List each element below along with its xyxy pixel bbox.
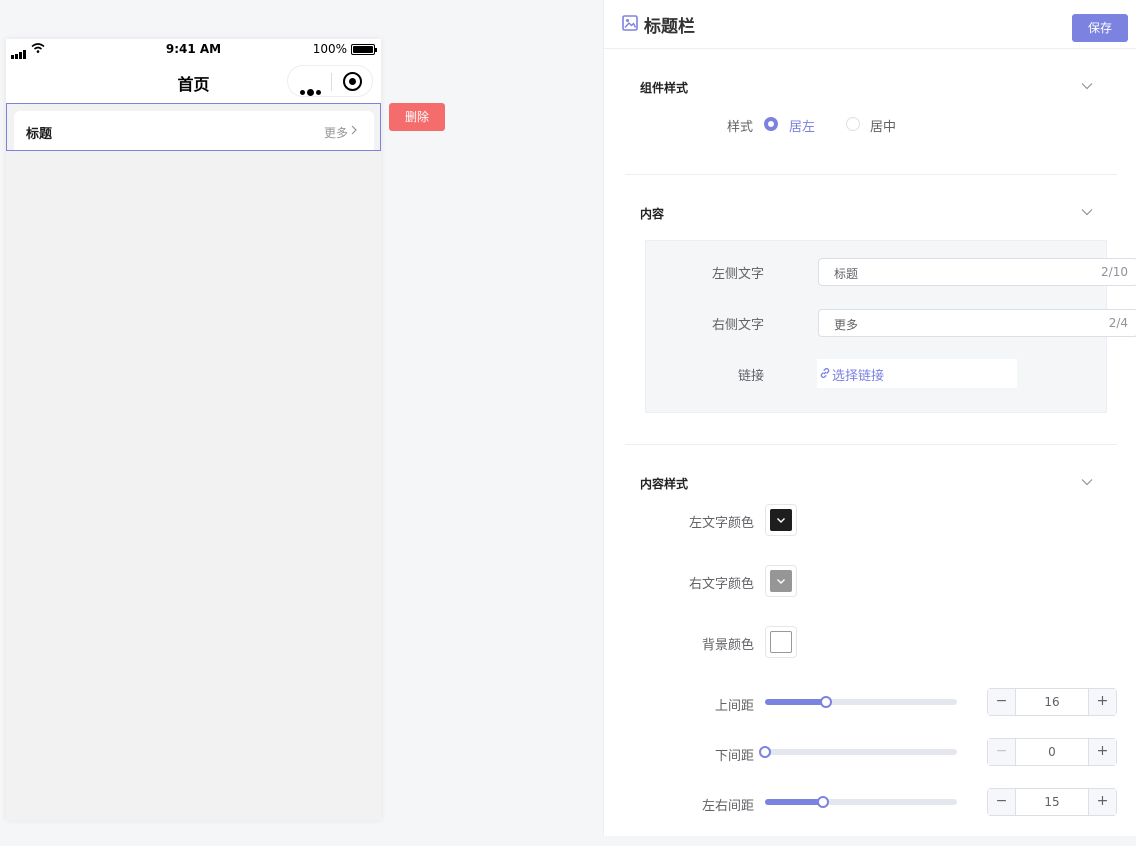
radio-align-left-label[interactable]: 居左 — [789, 116, 815, 135]
bottom-margin-label: 下间距 — [714, 749, 754, 764]
slider-bar — [765, 699, 827, 705]
content-form-box: 左侧文字 标题 2/10 右侧文字 更多 2/4 链接 选择链接 — [645, 240, 1136, 413]
bottom-margin-increase[interactable]: + — [1088, 739, 1116, 765]
left-text-input[interactable]: 标题 2/10 — [818, 258, 1136, 286]
lr-margin-slider[interactable] — [765, 796, 957, 808]
title-bar-preview: 标题 更多 — [14, 111, 374, 150]
bottom-margin-slider[interactable] — [759, 746, 957, 758]
right-text-input[interactable]: 更多 2/4 — [818, 309, 1136, 337]
bottom-margin-stepper: − 0 + — [987, 738, 1117, 766]
title-bar-component[interactable]: 标题 更多 — [6, 103, 381, 151]
style-label: 样式 — [726, 120, 753, 135]
slider-thumb[interactable] — [820, 696, 833, 708]
lr-margin-decrease[interactable]: − — [988, 789, 1016, 815]
radio-align-left[interactable] — [764, 117, 778, 131]
select-link-button[interactable]: 选择链接 — [817, 359, 1017, 388]
top-margin-value[interactable]: 16 — [1016, 695, 1088, 709]
more-dots-icon[interactable] — [300, 80, 323, 99]
link-label: 链接 — [737, 369, 764, 384]
nav-bar: 首页 — [6, 61, 381, 103]
chevron-down-icon — [777, 579, 785, 584]
left-color-picker[interactable] — [765, 504, 797, 536]
chevron-down-icon — [777, 518, 785, 523]
lr-margin-label: 左右间距 — [701, 799, 754, 814]
left-text-count: 2/10 — [1101, 265, 1128, 279]
bg-color-label: 背景颜色 — [701, 638, 754, 653]
chevron-down-icon[interactable] — [1081, 82, 1093, 90]
left-color-label: 左文字颜色 — [688, 516, 754, 531]
battery-icon — [351, 44, 377, 55]
right-text-count: 2/4 — [1108, 316, 1128, 330]
right-color-picker[interactable] — [765, 565, 797, 597]
section-title-content-style[interactable]: 内容样式 — [640, 475, 688, 492]
top-margin-stepper: − 16 + — [987, 688, 1117, 716]
component-right-text: 更多 — [323, 126, 348, 140]
section-divider — [625, 174, 1117, 175]
lr-margin-increase[interactable]: + — [1088, 789, 1116, 815]
select-link-text[interactable]: 选择链接 — [832, 365, 884, 384]
chevron-down-icon[interactable] — [1081, 208, 1093, 216]
top-margin-increase[interactable]: + — [1088, 689, 1116, 715]
slider-bar — [765, 799, 823, 805]
component-left-text: 标题 — [26, 127, 53, 142]
top-margin-decrease[interactable]: − — [988, 689, 1016, 715]
top-margin-label: 上间距 — [714, 699, 754, 714]
link-icon — [820, 367, 830, 379]
right-text-value: 更多 — [834, 318, 859, 332]
bg-color-picker[interactable] — [765, 626, 797, 658]
bottom-margin-decrease[interactable]: − — [988, 739, 1016, 765]
delete-button[interactable]: 删除 — [389, 103, 445, 131]
slider-thumb[interactable] — [759, 746, 771, 758]
capsule-divider — [331, 73, 332, 91]
left-text-value: 标题 — [834, 267, 859, 281]
lr-margin-value[interactable]: 15 — [1016, 795, 1088, 809]
top-margin-slider[interactable] — [765, 696, 957, 708]
battery-percent: 100% — [312, 42, 347, 56]
chevron-down-icon[interactable] — [1081, 478, 1093, 486]
status-bar: 9:41 AM 100% — [6, 39, 381, 61]
right-color-label: 右文字颜色 — [688, 577, 754, 592]
radio-align-center-label[interactable]: 居中 — [870, 116, 896, 135]
target-icon[interactable] — [343, 72, 362, 91]
settings-panel: 标题栏 保存 组件样式 样式 居左 居中 内容 左侧文字 标题 2/10 右侧文… — [603, 0, 1136, 836]
section-divider — [625, 444, 1117, 445]
chevron-right-icon — [351, 125, 357, 135]
section-title-component-style[interactable]: 组件样式 — [640, 79, 688, 96]
section-title-content[interactable]: 内容 — [640, 205, 664, 222]
left-text-label: 左侧文字 — [711, 267, 764, 282]
bg-color-fill — [770, 631, 792, 653]
image-icon — [622, 15, 638, 31]
right-text-label: 右侧文字 — [711, 318, 764, 333]
phone-preview: 9:41 AM 100% 首页 — [6, 39, 381, 820]
mini-program-capsule — [287, 65, 373, 97]
bottom-margin-value[interactable]: 0 — [1016, 745, 1088, 759]
panel-header: 标题栏 保存 — [604, 0, 1136, 49]
panel-title: 标题栏 — [644, 17, 695, 37]
lr-margin-stepper: − 15 + — [987, 788, 1117, 816]
slider-thumb[interactable] — [816, 796, 829, 808]
radio-align-center[interactable] — [846, 117, 860, 131]
save-button[interactable]: 保存 — [1072, 14, 1128, 42]
